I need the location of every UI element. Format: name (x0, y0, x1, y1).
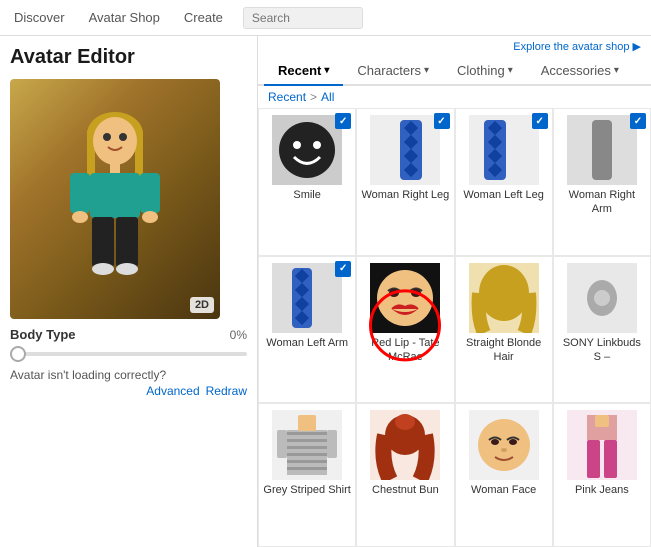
item-label-blonde-hair: Straight Blonde Hair (460, 336, 548, 365)
item-cell-pink-jeans[interactable]: Pink Jeans (553, 403, 651, 547)
right-panel: Explore the avatar shop ▶ Recent ▾ Chara… (258, 36, 651, 547)
tab-recent[interactable]: Recent ▾ (264, 57, 343, 86)
item-label-left-arm: Woman Left Arm (266, 336, 348, 350)
body-type-label: Body Type (10, 327, 76, 342)
item-cell-grey-striped[interactable]: Grey Striped Shirt (258, 403, 356, 547)
item-image-blonde-hair (469, 263, 539, 333)
body-type-section: Body Type 0% (10, 327, 247, 362)
tab-recent-arrow: ▾ (324, 65, 329, 76)
advanced-redraw-row: Advanced Redraw (10, 384, 247, 398)
item-cell-blonde-hair[interactable]: Straight Blonde Hair (455, 256, 553, 404)
item-label-right-leg: Woman Right Leg (361, 188, 449, 202)
body-type-slider[interactable] (10, 346, 247, 362)
avatar-image (50, 99, 180, 299)
item-label-red-lip: Red Lip - Tate McRae (361, 336, 449, 365)
redraw-link[interactable]: Redraw (206, 384, 247, 398)
item-cell-red-lip[interactable]: Red Lip - Tate McRae (356, 256, 454, 404)
tab-clothing[interactable]: Clothing ▾ (443, 57, 527, 86)
item-image-grey-striped (272, 410, 342, 480)
tab-characters-label: Characters (357, 63, 421, 78)
2d-badge: 2D (190, 297, 214, 313)
avatar-error-text: Avatar isn't loading correctly? (10, 368, 247, 382)
breadcrumb: Recent > All (258, 86, 651, 108)
item-image-pink-jeans (567, 410, 637, 480)
item-image-linkbuds (567, 263, 637, 333)
page-title: Avatar Editor (10, 46, 247, 69)
item-cell-right-arm[interactable]: ✓ Woman Right Arm (553, 108, 651, 256)
item-check-mark: ✓ (532, 113, 548, 129)
nav-discover[interactable]: Discover (10, 10, 69, 25)
item-label-chestnut-bun: Chestnut Bun (372, 483, 439, 497)
explore-shop-link[interactable]: Explore the avatar shop ▶ (258, 36, 651, 57)
item-cell-right-leg[interactable]: ✓ Woman Right Leg (356, 108, 454, 256)
top-navigation: Discover Avatar Shop Create (0, 0, 651, 36)
item-label-linkbuds: SONY Linkbuds S – (558, 336, 646, 365)
item-cell-left-leg[interactable]: ✓ Woman Left Leg (455, 108, 553, 256)
item-image-right-leg (370, 115, 440, 185)
tab-accessories-label: Accessories (541, 63, 611, 78)
item-check-mark: ✓ (335, 261, 351, 277)
item-label-smile: Smile (293, 188, 321, 202)
item-image-left-leg (469, 115, 539, 185)
item-label-pink-jeans: Pink Jeans (575, 483, 629, 497)
tab-clothing-label: Clothing (457, 63, 505, 78)
item-cell-left-arm[interactable]: ✓ Woman Left Arm (258, 256, 356, 404)
nav-create[interactable]: Create (180, 10, 227, 25)
item-check-mark: ✓ (335, 113, 351, 129)
avatar-preview: 2D (10, 79, 220, 319)
items-grid: ✓ Smile ✓ Woman Right Leg ✓ Woman Left Leg ✓ Wo… (258, 108, 651, 547)
item-cell-chestnut-bun[interactable]: Chestnut Bun (356, 403, 454, 547)
search-input[interactable] (243, 7, 363, 29)
item-image-smile (272, 115, 342, 185)
tab-recent-label: Recent (278, 63, 321, 78)
breadcrumb-recent[interactable]: Recent (268, 90, 306, 104)
item-label-woman-face: Woman Face (471, 483, 536, 497)
item-image-woman-face (469, 410, 539, 480)
item-check-mark: ✓ (434, 113, 450, 129)
item-cell-smile[interactable]: ✓ Smile (258, 108, 356, 256)
item-label-grey-striped: Grey Striped Shirt (263, 483, 350, 497)
tab-accessories-arrow: ▾ (614, 65, 619, 76)
item-label-right-arm: Woman Right Arm (558, 188, 646, 217)
tab-characters-arrow: ▾ (424, 65, 429, 76)
nav-avatar-shop[interactable]: Avatar Shop (85, 10, 164, 25)
item-image-left-arm (272, 263, 342, 333)
item-image-red-lip (370, 263, 440, 333)
item-image-chestnut-bun (370, 410, 440, 480)
item-cell-linkbuds[interactable]: SONY Linkbuds S – (553, 256, 651, 404)
item-label-left-leg: Woman Left Leg (463, 188, 544, 202)
advanced-link[interactable]: Advanced (146, 384, 199, 398)
slider-track (10, 352, 247, 356)
item-cell-woman-face[interactable]: Woman Face (455, 403, 553, 547)
left-panel: Avatar Editor (0, 36, 258, 547)
tab-clothing-arrow: ▾ (508, 65, 513, 76)
tab-characters[interactable]: Characters ▾ (343, 57, 443, 86)
main-layout: Avatar Editor (0, 36, 651, 547)
tab-accessories[interactable]: Accessories ▾ (527, 57, 633, 86)
slider-thumb[interactable] (10, 346, 26, 362)
breadcrumb-all[interactable]: All (321, 90, 334, 104)
category-tabs: Recent ▾ Characters ▾ Clothing ▾ Accesso… (258, 57, 651, 86)
breadcrumb-separator: > (310, 90, 317, 104)
body-type-percent: 0% (230, 328, 247, 342)
item-image-right-arm (567, 115, 637, 185)
item-check-mark: ✓ (630, 113, 646, 129)
